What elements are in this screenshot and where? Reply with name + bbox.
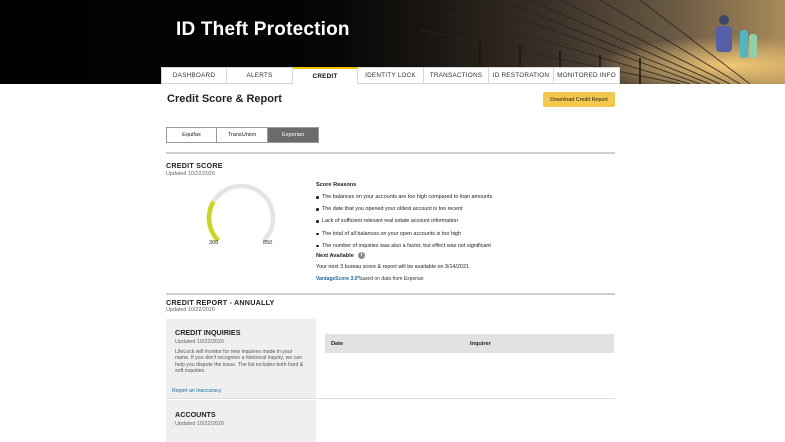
section-divider bbox=[166, 293, 615, 295]
score-reason-text: The total of all balances on your open a… bbox=[322, 230, 462, 237]
credit-report-updated: Updated 10/22/2020 bbox=[166, 307, 215, 313]
gauge-track bbox=[206, 184, 276, 243]
score-reason-text: The number of inquiries was also a facto… bbox=[322, 242, 491, 249]
info-icon[interactable]: i bbox=[357, 252, 365, 259]
tab-identity-lock[interactable]: Identity Lock bbox=[358, 67, 424, 84]
credit-score-title: CREDIT SCORE bbox=[166, 161, 223, 170]
vantagescore-link[interactable]: VantageScore 3.0* bbox=[316, 276, 359, 282]
bullet-icon bbox=[316, 208, 319, 211]
column-header-date[interactable]: Date bbox=[331, 341, 343, 347]
credit-score-updated: Updated 10/22/2020 bbox=[166, 171, 215, 177]
bureau-equifax-button[interactable]: Equifax bbox=[166, 127, 217, 143]
main-nav: Dashboard Alerts Credit Identity Lock Tr… bbox=[161, 67, 620, 84]
bureau-transunion-button[interactable]: TransUnion bbox=[217, 127, 268, 143]
download-credit-report-button[interactable]: Download Credit Report bbox=[543, 92, 615, 107]
credit-inquiries-title: CREDIT INQUIRIES bbox=[175, 328, 241, 337]
score-gauge bbox=[206, 184, 276, 243]
score-reason-item: The total of all balances on your open a… bbox=[316, 230, 492, 242]
bullet-icon bbox=[316, 232, 319, 236]
gauge-fill bbox=[206, 200, 221, 243]
column-header-inquirer[interactable]: Inquirer bbox=[470, 341, 491, 347]
score-reasons-heading: Score Reasons bbox=[316, 182, 357, 188]
report-inaccuracy-link[interactable]: Report an Inaccuracy bbox=[172, 388, 221, 394]
gauge-max-label: 850 bbox=[263, 240, 273, 246]
bullet-icon bbox=[316, 196, 319, 199]
accounts-updated: Updated 10/22/2020 bbox=[175, 421, 224, 427]
score-reason-item: The date that you opened your oldest acc… bbox=[316, 205, 492, 217]
next-available-label: Next Available bbox=[316, 252, 354, 259]
page-title: Credit Score & Report bbox=[167, 93, 282, 105]
credit-report-title: CREDIT REPORT - ANNUALLY bbox=[166, 298, 275, 307]
tab-transactions[interactable]: Transactions bbox=[424, 67, 489, 84]
gauge-min-label: 300 bbox=[209, 240, 219, 246]
next-available-text: Your next 3 bureau score & report will b… bbox=[316, 264, 469, 270]
score-reason-text: The date that you opened your oldest acc… bbox=[322, 206, 463, 213]
tab-credit[interactable]: Credit bbox=[293, 67, 358, 84]
score-reason-text: Lack of sufficient relevant real estate … bbox=[322, 218, 458, 225]
vantage-note: VantageScore 3.0*based on data from Expe… bbox=[316, 276, 424, 282]
tab-dashboard[interactable]: Dashboard bbox=[161, 67, 227, 84]
bureau-experian-button[interactable]: Experian bbox=[268, 127, 319, 143]
tab-alerts[interactable]: Alerts bbox=[227, 67, 293, 84]
bullet-icon bbox=[316, 220, 319, 223]
next-available: Next Available i bbox=[316, 252, 365, 259]
score-reason-text: The balances on your accounts are too hi… bbox=[322, 194, 493, 200]
credit-inquiries-updated: Updated 10/22/2020 bbox=[175, 339, 224, 345]
vantage-suffix: based on data from Experian bbox=[359, 276, 424, 282]
tab-monitored-info[interactable]: Monitored Info bbox=[554, 67, 620, 84]
score-reason-item: Lack of sufficient relevant real estate … bbox=[316, 217, 492, 229]
accounts-title: ACCOUNTS bbox=[175, 410, 216, 419]
section-divider bbox=[166, 152, 615, 154]
tab-id-restoration[interactable]: ID Restoration bbox=[489, 67, 554, 84]
credit-inquiries-description: LifeLock will monitor for new inquiries … bbox=[175, 349, 304, 375]
hero-title: ID Theft Protection bbox=[176, 19, 350, 40]
inquiries-table-header: Date Inquirer bbox=[325, 334, 614, 353]
section-divider bbox=[166, 398, 615, 399]
bullet-icon bbox=[316, 244, 319, 248]
score-reasons-list: The balances on your accounts are too hi… bbox=[316, 193, 492, 254]
score-reason-item: The balances on your accounts are too hi… bbox=[316, 193, 492, 205]
bureau-selector: Equifax TransUnion Experian bbox=[166, 127, 319, 143]
